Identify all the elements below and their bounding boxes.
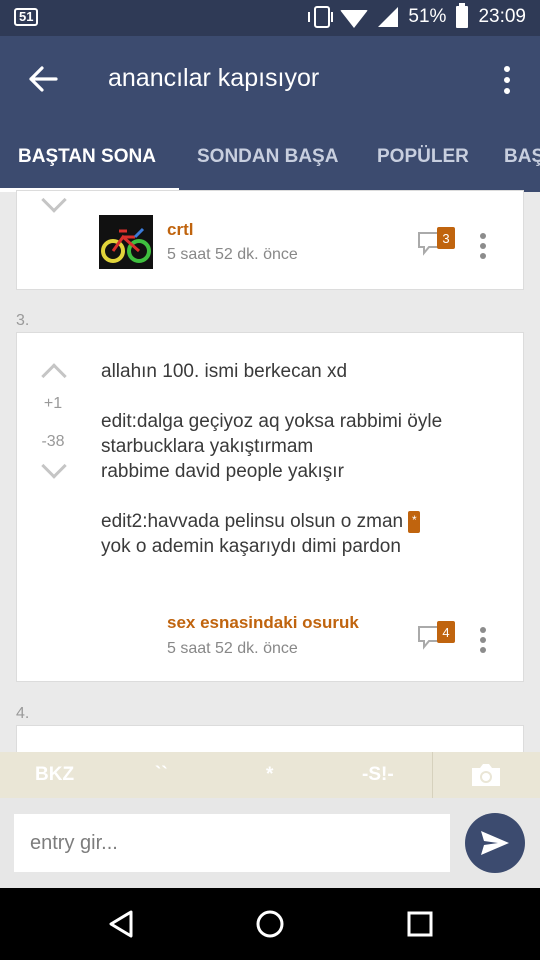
entry-time: 5 saat 52 dk. önce [167,640,298,657]
notification-icon: 51 [14,8,39,26]
notification-count: 51 [19,9,34,24]
tab-bastan-sona[interactable]: BAŞTAN SONA [18,146,156,168]
tab-bar: BAŞTAN SONA SONDAN BAŞA POPÜLER BAŞ [0,134,540,192]
entry-input[interactable] [14,814,450,872]
vibrate-icon [308,6,334,28]
app-bar: anancılar kapısıyor BAŞTAN SONA SONDAN B… [0,36,540,192]
entry-line: yok o ademin kaşarıydı dimi pardon [101,536,401,557]
nav-recents-icon[interactable] [407,911,433,937]
entry-menu-icon[interactable] [480,233,486,259]
comment-count: 3 [442,231,449,246]
upvote-icon[interactable] [41,363,67,389]
tab-sondan-basa[interactable]: SONDAN BAŞA [197,146,338,168]
toolbar-divider [432,752,433,798]
status-bar: 51 51% 23:09 [0,0,540,36]
entry-author[interactable]: crtl [167,220,193,240]
clock: 23:09 [478,6,526,27]
bkz-button[interactable]: BKZ [35,764,74,786]
entry-time: 5 saat 52 dk. önce [167,246,298,263]
avatar[interactable] [99,215,153,269]
entry-line: allahın 100. ismi berkecan xd [101,361,348,382]
camera-icon[interactable] [470,762,502,788]
downvote-count: -38 [41,433,65,450]
asterisk-button[interactable]: * [266,764,273,786]
page-title: anancılar kapısıyor [108,64,320,92]
system-nav-bar [0,888,540,960]
spoiler-star-link[interactable]: * [408,510,421,533]
back-arrow-icon[interactable] [28,66,58,92]
backtick-button[interactable]: `` [155,764,168,786]
entry-line: starbucklara yakıştırmam [101,436,314,457]
compose-area [0,798,540,888]
format-toolbar: BKZ `` * -S!- [0,752,540,798]
battery-percent: 51% [408,6,447,27]
tab-populer[interactable]: POPÜLER [377,146,469,168]
downvote-icon[interactable] [41,187,67,213]
upvote-count: +1 [43,395,63,412]
comment-icon[interactable]: 3 [417,227,455,257]
entry-line-blank [101,484,501,509]
entry-content: allahın 100. ismi berkecan xd edit:dalga… [101,359,501,559]
entry-index: 3. [16,312,30,329]
tab-bas[interactable]: BAŞ [504,146,540,168]
entry-card: crtl 5 saat 52 dk. önce 3 [16,187,524,290]
entry-line: edit:dalga geçiyoz aq yoksa rabbimi öyle [101,411,443,432]
entry-line-blank [101,384,501,409]
nav-back-icon[interactable] [107,910,135,938]
entry-menu-icon[interactable] [480,627,486,653]
send-icon [481,831,509,855]
entry-index: 4. [16,705,30,722]
spoiler-button[interactable]: -S!- [362,764,394,786]
downvote-icon[interactable] [41,453,67,479]
battery-icon [456,3,469,28]
entry-card: +1 -38 allahın 100. ismi berkecan xd edi… [16,332,524,682]
send-button[interactable] [465,813,525,873]
signal-icon [378,7,399,27]
entry-author[interactable]: sex esnasindaki osuruk [167,613,359,633]
entry-line: edit2:havvada pelinsu olsun o zman [101,511,404,532]
comment-icon[interactable]: 4 [417,621,455,651]
nav-home-icon[interactable] [255,909,285,939]
wifi-icon [340,9,369,28]
entry-line: rabbime david people yakışır [101,461,344,482]
comment-count: 4 [442,625,449,640]
overflow-menu-icon[interactable] [504,66,512,94]
